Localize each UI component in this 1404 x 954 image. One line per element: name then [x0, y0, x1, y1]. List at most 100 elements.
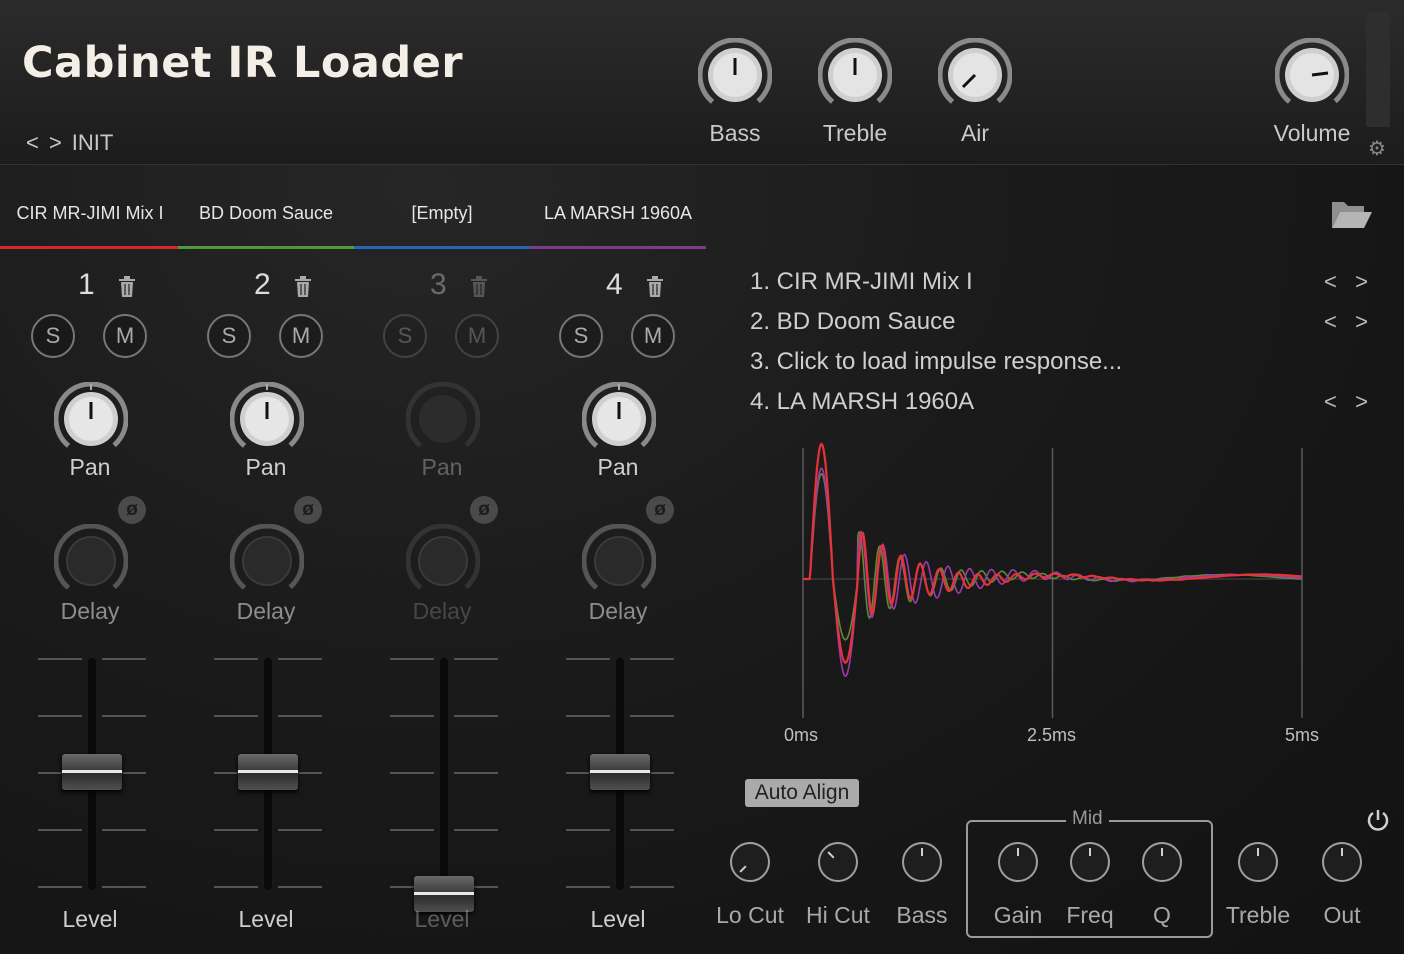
tab-ir-4[interactable]: LA MARSH 1960A: [530, 195, 706, 251]
ir-slot-list: 1. CIR MR-JIMI Mix I < > 2. BD Doom Sauc…: [750, 262, 1380, 422]
ir-slot-3[interactable]: 3. Click to load impulse response...: [750, 342, 1380, 382]
ir-slot-1-next-button[interactable]: >: [1355, 269, 1368, 294]
mid-band-label: Mid: [1066, 808, 1109, 830]
auto-align-button[interactable]: Auto Align: [745, 779, 859, 807]
channel-strip-3: 3 S M Pan ø Delay Level: [354, 258, 530, 948]
delay-knob[interactable]: [582, 524, 656, 598]
gear-icon[interactable]: ⚙: [1368, 136, 1386, 161]
mute-button[interactable]: M: [103, 314, 147, 358]
fader-cap[interactable]: [590, 754, 650, 790]
tab-ir-1[interactable]: CIR MR-JIMI Mix I: [2, 195, 178, 251]
fader-cap[interactable]: [238, 754, 298, 790]
fader-cap[interactable]: [62, 754, 122, 790]
eq-bass-knob[interactable]: [900, 840, 944, 884]
pan-knob[interactable]: [54, 382, 128, 456]
ir-slot-4-next-button[interactable]: >: [1355, 389, 1368, 414]
ir-slot-2-next-button[interactable]: >: [1355, 309, 1368, 334]
pan-label: Pan: [421, 454, 463, 480]
solo-button[interactable]: S: [31, 314, 75, 358]
ir-slot-4-nav: < >: [1324, 382, 1368, 422]
eq-freq-knob[interactable]: [1068, 840, 1112, 884]
delay-label: Delay: [588, 598, 648, 624]
preset-next-button[interactable]: >: [49, 130, 62, 156]
ir-slot-1-name[interactable]: 1. CIR MR-JIMI Mix I: [750, 268, 973, 295]
level-fader[interactable]: [566, 658, 674, 890]
delay-label: Delay: [236, 598, 296, 624]
trash-icon[interactable]: [118, 276, 136, 298]
folder-open-icon[interactable]: [1330, 198, 1374, 230]
trash-icon[interactable]: [646, 276, 664, 298]
air-label: Air: [960, 120, 990, 146]
level-label: Level: [62, 906, 118, 932]
eq-hi-cut-knob[interactable]: [816, 840, 860, 884]
ir-tabs: CIR MR-JIMI Mix I BD Doom Sauce [Empty] …: [0, 195, 706, 251]
tab-color-bar: [0, 246, 706, 249]
ir-slot-1-nav: < >: [1324, 262, 1368, 302]
channel-strip-1: 1 S M Pan ø Delay Level: [2, 258, 178, 948]
ir-slot-4[interactable]: 4. LA MARSH 1960A < >: [750, 382, 1380, 422]
trash-icon[interactable]: [470, 276, 488, 298]
air-knob[interactable]: [938, 38, 1012, 112]
level-label: Level: [414, 906, 470, 932]
pan-label: Pan: [597, 454, 639, 480]
solo-button[interactable]: S: [559, 314, 603, 358]
fader-rail: [440, 658, 448, 890]
delay-label: Delay: [60, 598, 120, 624]
eq-lo-cut-label: Lo Cut: [716, 902, 784, 928]
header-scrollbar[interactable]: [1366, 12, 1390, 127]
solo-button[interactable]: S: [207, 314, 251, 358]
ir-slot-3-name[interactable]: 3. Click to load impulse response...: [750, 348, 1122, 375]
pan-knob[interactable]: [230, 382, 304, 456]
delay-knob[interactable]: [54, 524, 128, 598]
eq-treble-knob[interactable]: [1236, 840, 1280, 884]
level-fader[interactable]: [38, 658, 146, 890]
delay-knob[interactable]: [230, 524, 304, 598]
tab-ir-3[interactable]: [Empty]: [354, 195, 530, 251]
solo-button[interactable]: S: [383, 314, 427, 358]
trash-icon[interactable]: [294, 276, 312, 298]
ir-slot-2-name[interactable]: 2. BD Doom Sauce: [750, 308, 955, 335]
mute-button[interactable]: M: [455, 314, 499, 358]
x-tick-label: 2.5ms: [1027, 725, 1077, 745]
app-title: Cabinet IR Loader: [22, 38, 464, 88]
eq-bass-label: Bass: [896, 902, 948, 928]
ir-slot-1[interactable]: 1. CIR MR-JIMI Mix I < >: [750, 262, 1380, 302]
bass-knob[interactable]: [698, 38, 772, 112]
ir-slot-4-name[interactable]: 4. LA MARSH 1960A: [750, 388, 974, 415]
channel-number: 3: [430, 268, 447, 301]
delay-knob[interactable]: [406, 524, 480, 598]
eq-gain-knob[interactable]: [996, 840, 1040, 884]
preset-name[interactable]: INIT: [72, 130, 114, 156]
bass-label: Bass: [709, 120, 761, 146]
phase-invert-icon[interactable]: ø: [470, 496, 498, 524]
eq-q-knob[interactable]: [1140, 840, 1184, 884]
tab-ir-2[interactable]: BD Doom Sauce: [178, 195, 354, 251]
ir-slot-2-prev-button[interactable]: <: [1324, 309, 1337, 334]
level-fader[interactable]: [390, 658, 498, 912]
pan-knob[interactable]: [582, 382, 656, 456]
phase-invert-icon[interactable]: ø: [294, 496, 322, 524]
phase-invert-icon[interactable]: ø: [118, 496, 146, 524]
pan-knob[interactable]: [406, 382, 480, 456]
delay-label: Delay: [412, 598, 472, 624]
ir-slot-2-nav: < >: [1324, 302, 1368, 342]
x-tick-label: 0ms: [784, 725, 819, 745]
ir-slot-4-prev-button[interactable]: <: [1324, 389, 1337, 414]
mute-button[interactable]: M: [631, 314, 675, 358]
phase-invert-icon[interactable]: ø: [646, 496, 674, 524]
channel-number: 4: [606, 268, 623, 301]
impulse-response-plot: [802, 442, 1303, 718]
preset-prev-button[interactable]: <: [26, 130, 39, 156]
channel-number: 2: [254, 268, 271, 301]
power-icon[interactable]: [1366, 808, 1390, 832]
level-fader[interactable]: [214, 658, 322, 890]
eq-out-knob[interactable]: [1320, 840, 1364, 884]
volume-knob[interactable]: [1275, 38, 1349, 112]
x-tick-label: 5ms: [1285, 725, 1320, 745]
ir-slot-1-prev-button[interactable]: <: [1324, 269, 1337, 294]
eq-lo-cut-knob[interactable]: [728, 840, 772, 884]
treble-knob[interactable]: [818, 38, 892, 112]
mute-button[interactable]: M: [279, 314, 323, 358]
ir-slot-2[interactable]: 2. BD Doom Sauce < >: [750, 302, 1380, 342]
plugin-window: Cabinet IR Loader < > INIT Bass Treble A…: [0, 0, 1404, 954]
